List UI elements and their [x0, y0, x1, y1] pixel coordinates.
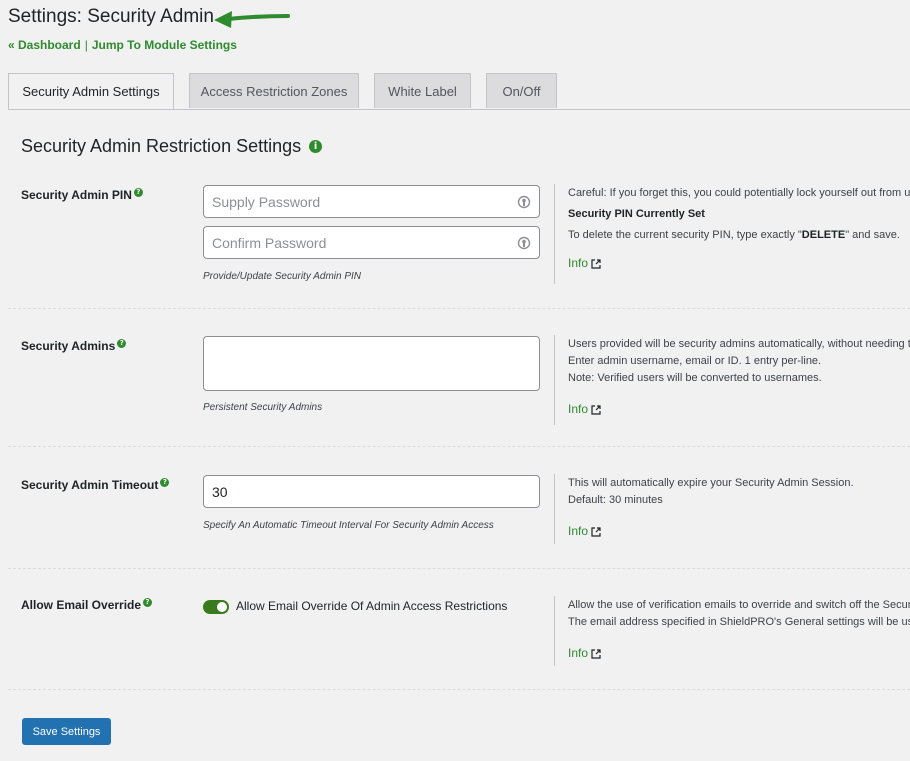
confirm-password-placeholder: Confirm Password [212, 234, 327, 251]
setting-row-security-admin-pin: Security Admin PIN? Supply Password Conf… [8, 184, 910, 294]
help-icon[interactable]: ? [160, 478, 170, 487]
description-line: Note: Verified users will be converted t… [568, 372, 822, 384]
row-divider [8, 446, 910, 447]
setting-hint: Specify An Automatic Timeout Interval Fo… [203, 520, 494, 531]
setting-label: Security Admins? [21, 339, 127, 353]
info-link[interactable]: Info [568, 255, 601, 272]
setting-description: Users provided will be security admins a… [554, 335, 910, 425]
section-title-text: Security Admin Restriction Settings [21, 136, 302, 156]
timeout-input[interactable]: 30 [203, 475, 540, 508]
setting-label-text: Allow Email Override [21, 598, 142, 612]
pin-status-text: Security PIN Currently Set [568, 208, 705, 220]
row-divider [8, 308, 910, 309]
save-settings-button[interactable]: Save Settings [22, 718, 111, 745]
setting-hint: Provide/Update Security Admin PIN [203, 271, 362, 282]
help-icon[interactable]: ? [133, 188, 143, 197]
external-link-icon [591, 526, 601, 537]
dashboard-link[interactable]: « Dashboard [8, 38, 81, 52]
breadcrumb: « Dashboard | Jump To Module Settings [8, 38, 237, 52]
password-visibility-icon[interactable] [517, 194, 531, 210]
supply-password-input[interactable]: Supply Password [203, 185, 540, 218]
setting-label-text: Security Admin Timeout [21, 478, 159, 492]
setting-row-security-admin-timeout: Security Admin Timeout? 30 Specify An Au… [8, 474, 910, 549]
jump-to-module-settings-link[interactable]: Jump To Module Settings [92, 38, 237, 52]
tab-access-restriction-zones[interactable]: Access Restriction Zones [189, 73, 359, 108]
tab-bar: Security Admin Settings Access Restricti… [8, 73, 910, 110]
description-line: To delete the current security PIN, type… [568, 229, 900, 241]
external-link-icon [591, 648, 601, 659]
help-icon[interactable]: ? [117, 339, 127, 348]
confirm-password-input[interactable]: Confirm Password [203, 226, 540, 259]
page-title-text: Settings: Security Admin [8, 6, 214, 27]
setting-hint: Persistent Security Admins [203, 402, 323, 413]
row-divider [8, 689, 910, 690]
security-admins-textarea[interactable] [203, 336, 540, 391]
info-link[interactable]: Info [568, 645, 601, 662]
setting-label: Security Admin Timeout? [21, 478, 170, 492]
timeout-value: 30 [212, 483, 228, 500]
toggle-knob [217, 602, 227, 612]
annotation-arrow-icon [214, 11, 290, 28]
setting-row-security-admins: Security Admins? Persistent Security Adm… [8, 335, 910, 430]
info-icon[interactable]: i [309, 140, 323, 153]
setting-label-text: Security Admin PIN [21, 188, 132, 202]
toggle-label: Allow Email Override Of Admin Access Res… [236, 599, 508, 613]
external-link-icon [591, 404, 601, 415]
supply-password-placeholder: Supply Password [212, 193, 321, 210]
tab-security-admin-settings[interactable]: Security Admin Settings [8, 73, 174, 109]
setting-label: Security Admin PIN? [21, 188, 143, 202]
page-title: Settings: Security Admin [8, 6, 214, 28]
setting-description: Careful: If you forget this, you could p… [554, 184, 910, 284]
info-link[interactable]: Info [568, 523, 601, 540]
description-line: Users provided will be security admins a… [568, 338, 910, 350]
description-line: Allow the use of verification emails to … [568, 599, 910, 611]
setting-description: This will automatically expire your Secu… [554, 474, 910, 544]
setting-label-text: Security Admins [21, 339, 116, 353]
link-separator: | [84, 38, 88, 52]
description-line: Default: 30 minutes [568, 494, 663, 506]
description-line: This will automatically expire your Secu… [568, 477, 854, 489]
external-link-icon [591, 258, 601, 269]
setting-row-allow-email-override: Allow Email Override? Allow Email Overri… [8, 596, 910, 671]
help-icon[interactable]: ? [143, 598, 153, 607]
description-line: Enter admin username, email or ID. 1 ent… [568, 355, 822, 367]
email-override-toggle[interactable] [203, 600, 229, 614]
tab-white-label[interactable]: White Label [374, 73, 471, 108]
description-line: Careful: If you forget this, you could p… [568, 187, 910, 199]
tab-on-off[interactable]: On/Off [486, 73, 557, 108]
description-line: The email address specified in ShieldPRO… [568, 616, 910, 628]
setting-label: Allow Email Override? [21, 598, 153, 612]
row-divider [8, 568, 910, 569]
setting-description: Allow the use of verification emails to … [554, 596, 910, 666]
password-visibility-icon[interactable] [517, 235, 531, 251]
section-title: Security Admin Restriction Settings i [21, 136, 323, 157]
info-link[interactable]: Info [568, 401, 601, 418]
